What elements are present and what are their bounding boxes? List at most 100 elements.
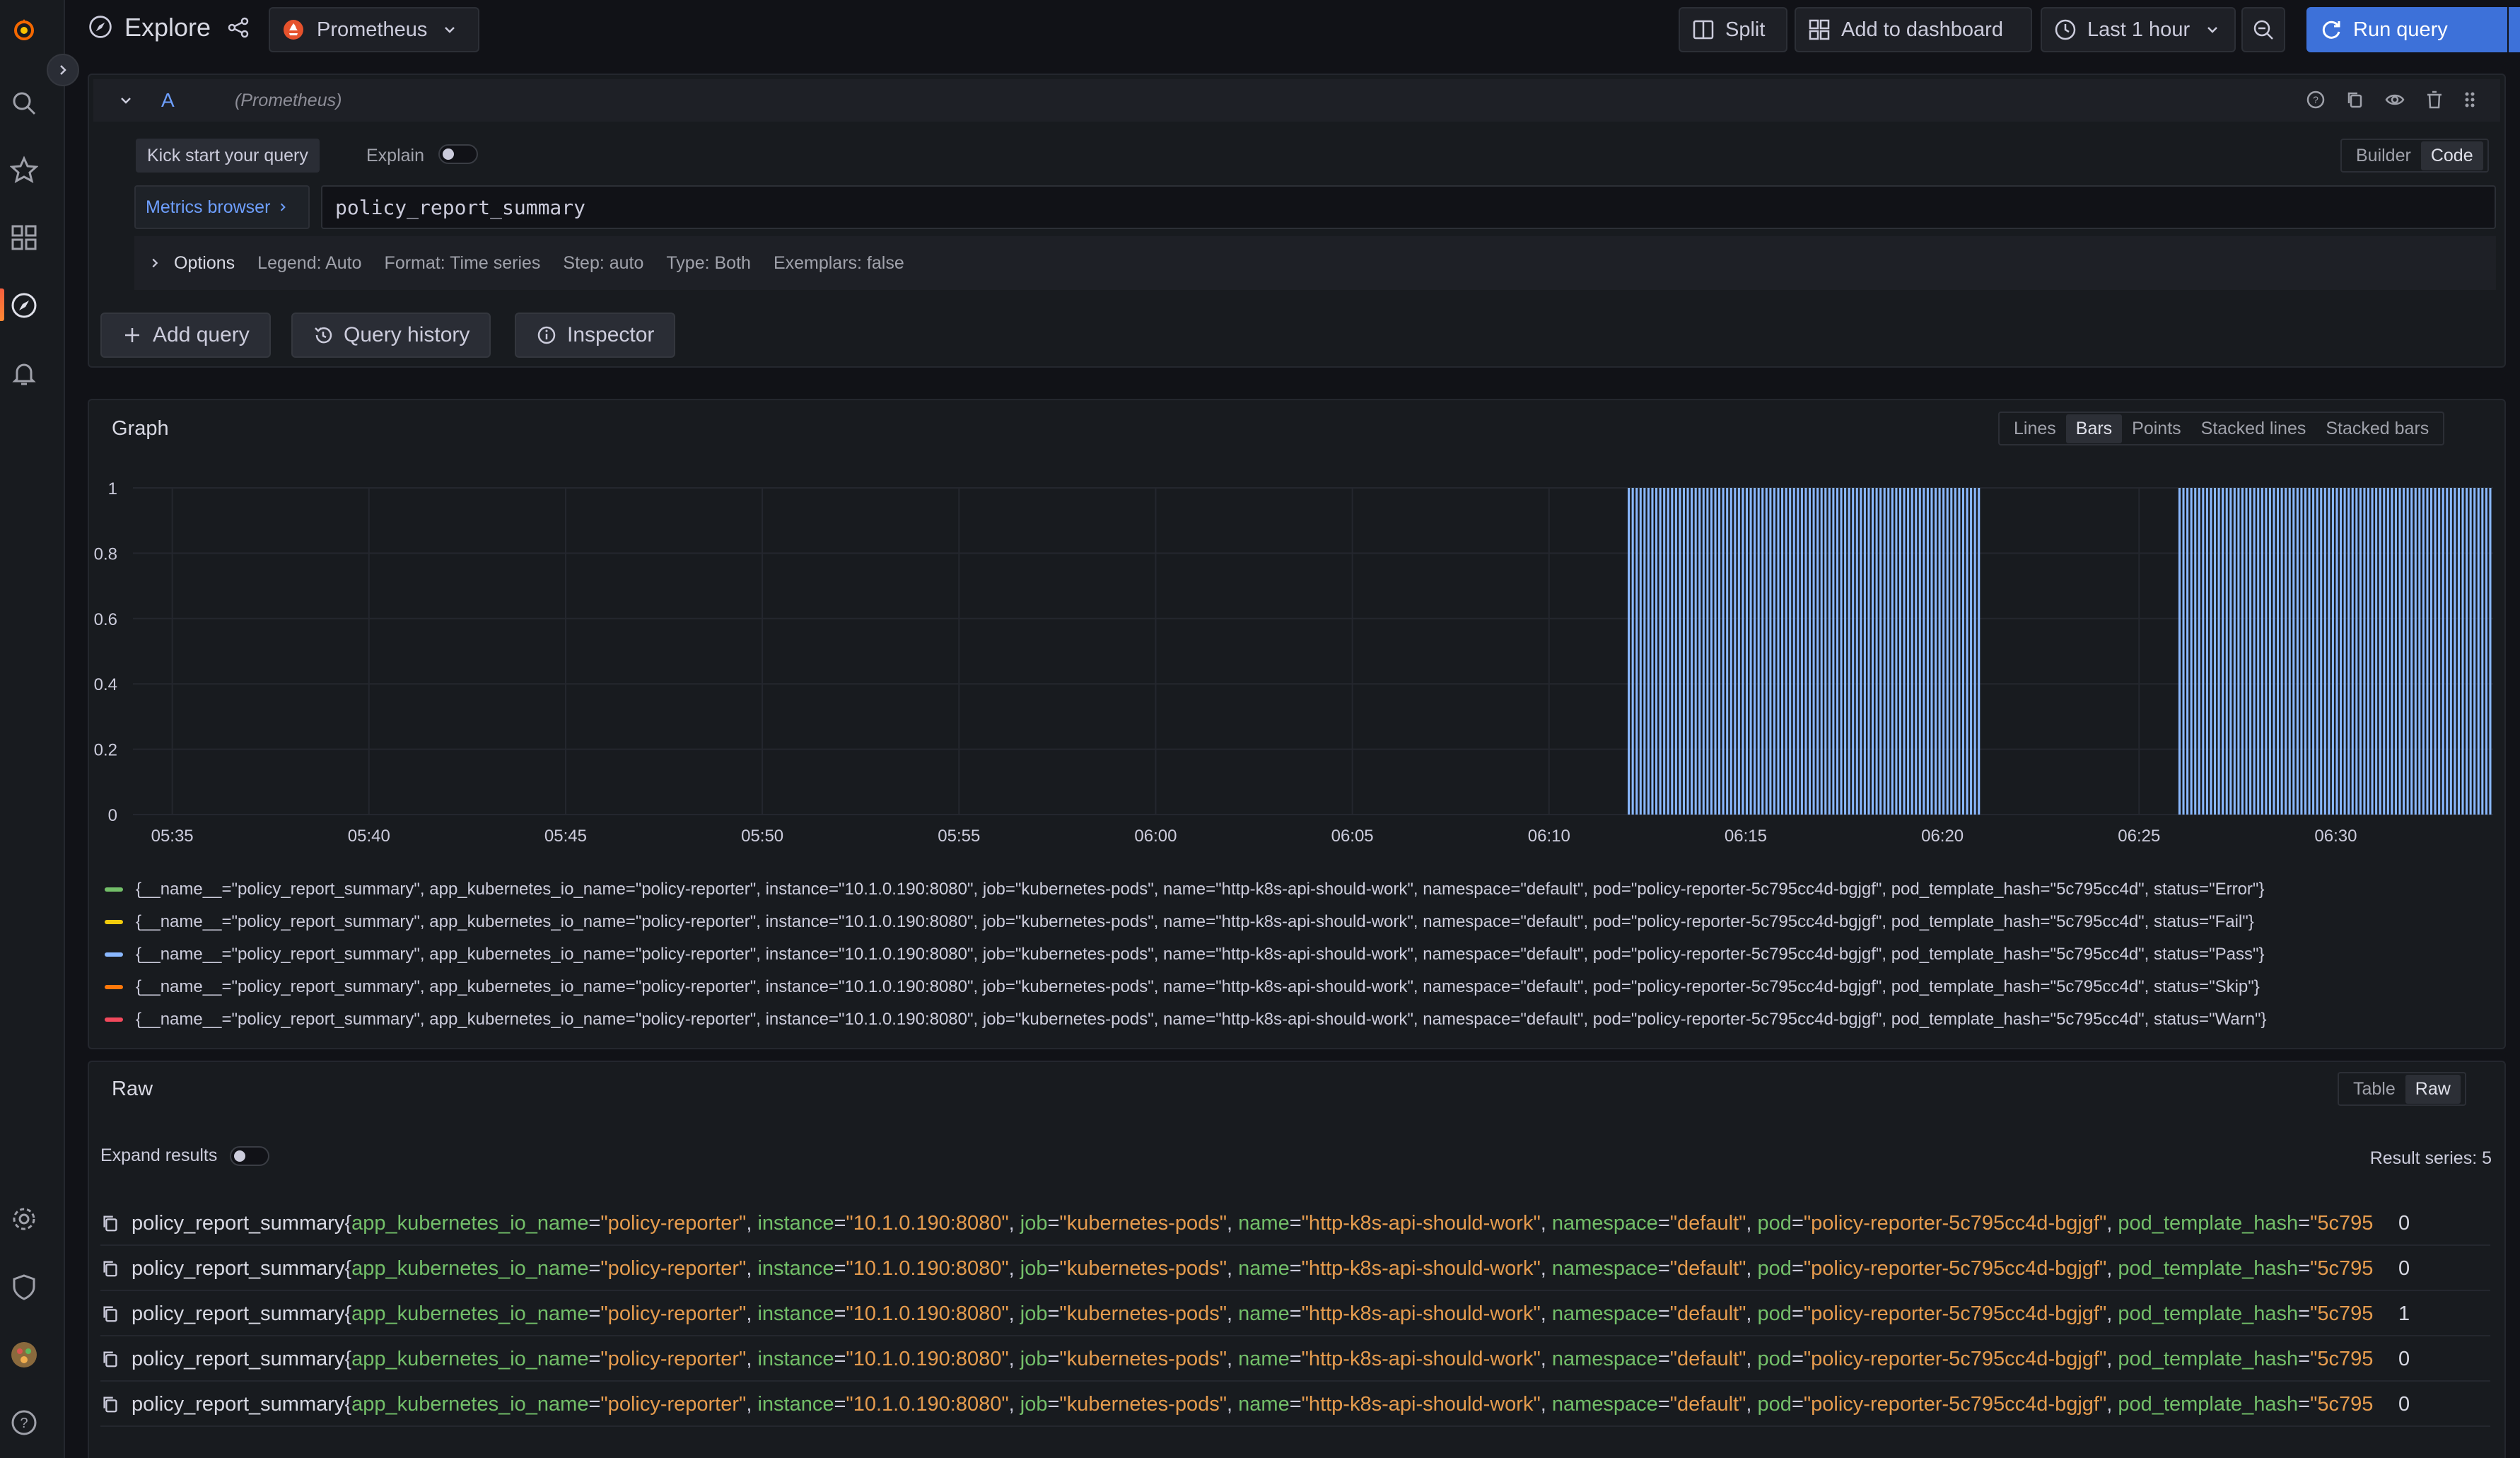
- eye-icon[interactable]: [2384, 89, 2405, 110]
- raw-equals: =: [1791, 1256, 1804, 1280]
- copy-icon[interactable]: [100, 1394, 120, 1414]
- inspector-button[interactable]: Inspector: [515, 313, 676, 358]
- graph-mode-option[interactable]: Lines: [2004, 414, 2066, 443]
- raw-series-text: policy_report_summary{app_kubernetes_io_…: [132, 1257, 2373, 1281]
- alerting-bell-icon[interactable]: [8, 358, 40, 389]
- kick-start-button[interactable]: Kick start your query: [136, 139, 320, 173]
- share-icon[interactable]: [226, 16, 250, 40]
- copy-icon[interactable]: [100, 1349, 120, 1369]
- query-ref-id[interactable]: A: [161, 89, 175, 112]
- bar: [2222, 488, 2224, 815]
- plus-icon: [125, 328, 139, 342]
- raw-mode-raw-option[interactable]: Raw: [2405, 1074, 2461, 1104]
- raw-label-value: "default": [1669, 1256, 1746, 1280]
- metrics-browser-label: Metrics browser: [146, 197, 271, 217]
- shield-icon[interactable]: [8, 1271, 40, 1302]
- copy-icon[interactable]: [100, 1304, 120, 1324]
- query-expression-input[interactable]: policy_report_summary: [321, 185, 2496, 229]
- trash-icon[interactable]: [2424, 89, 2445, 110]
- graph-mode-option[interactable]: Bars: [2065, 414, 2123, 443]
- expand-sidebar-button[interactable]: [47, 54, 79, 86]
- copy-icon[interactable]: [100, 1259, 120, 1278]
- bar: [2485, 488, 2487, 815]
- bar: [2225, 488, 2228, 815]
- legend-item[interactable]: {__name__="policy_report_summary", app_k…: [105, 875, 2264, 904]
- help-icon[interactable]: ?: [8, 1407, 40, 1438]
- graph-mode-option[interactable]: Points: [2122, 414, 2191, 443]
- raw-brace: {: [344, 1211, 352, 1235]
- metrics-browser-button[interactable]: Metrics browser: [134, 185, 310, 229]
- star-icon[interactable]: [8, 154, 40, 185]
- query-history-button[interactable]: Query history: [291, 313, 491, 358]
- raw-equals: =: [2298, 1302, 2311, 1325]
- bar: [2410, 488, 2413, 815]
- bar: [1800, 488, 1803, 815]
- bar: [2323, 488, 2326, 815]
- bar: [1907, 488, 1910, 815]
- raw-metric-name: policy_report_summary: [132, 1256, 345, 1280]
- raw-label-value: "default": [1669, 1392, 1746, 1416]
- bar: [1954, 488, 1956, 815]
- query-options-row[interactable]: Options Legend: Auto Format: Time series…: [134, 236, 2496, 290]
- raw-mode-table-option[interactable]: Table: [2343, 1075, 2405, 1104]
- raw-equals: =: [1047, 1256, 1060, 1280]
- collapse-chevron-icon[interactable]: [119, 93, 133, 107]
- bar: [1832, 488, 1835, 815]
- mode-code-option[interactable]: Code: [2420, 141, 2483, 170]
- run-query-interval-dropdown[interactable]: [2509, 7, 2520, 52]
- bar: [1659, 488, 1662, 815]
- raw-label-value: "http-k8s-api-should-work": [1301, 1211, 1541, 1235]
- bar: [1915, 488, 1918, 815]
- bar: [1777, 488, 1780, 815]
- bar: [1737, 488, 1740, 815]
- mode-builder-option[interactable]: Builder: [2346, 141, 2421, 170]
- time-range-picker[interactable]: Last 1 hour: [2041, 7, 2236, 52]
- raw-equals: =: [1289, 1347, 1302, 1370]
- legend-item[interactable]: {__name__="policy_report_summary", app_k…: [105, 973, 2260, 1001]
- run-query-button[interactable]: Run query: [2306, 7, 2507, 52]
- grafana-logo-icon[interactable]: [8, 14, 40, 45]
- user-avatar[interactable]: [8, 1339, 40, 1370]
- raw-comma: ,: [1540, 1302, 1552, 1325]
- raw-comma: ,: [1227, 1347, 1239, 1370]
- raw-comma: ,: [1540, 1211, 1552, 1235]
- help-circle-icon[interactable]: ?: [2305, 89, 2326, 110]
- run-query-label: Run query: [2353, 18, 2448, 41]
- legend-item[interactable]: {__name__="policy_report_summary", app_k…: [105, 940, 2264, 969]
- search-icon[interactable]: [8, 88, 40, 119]
- bar: [1792, 488, 1795, 815]
- bar: [2312, 488, 2315, 815]
- add-to-dashboard-button[interactable]: Add to dashboard: [1795, 7, 2032, 52]
- drag-handle-icon[interactable]: [2459, 89, 2480, 110]
- expand-results-toggle[interactable]: [230, 1145, 270, 1166]
- dashboards-icon[interactable]: [8, 222, 40, 253]
- split-button[interactable]: Split: [1679, 7, 1787, 52]
- configuration-gear-icon[interactable]: [8, 1203, 40, 1235]
- explore-compass-icon[interactable]: [8, 290, 40, 321]
- bar: [1848, 488, 1850, 815]
- bar: [1710, 488, 1713, 815]
- raw-label-key: name: [1238, 1392, 1290, 1416]
- datasource-picker[interactable]: Prometheus: [269, 7, 479, 52]
- bar: [2394, 488, 2397, 815]
- raw-equals: =: [1289, 1302, 1302, 1325]
- duplicate-icon[interactable]: [2345, 89, 2366, 110]
- bar: [2438, 488, 2441, 815]
- legend-item[interactable]: {__name__="policy_report_summary", app_k…: [105, 908, 2254, 936]
- x-tick-label: 06:00: [1134, 827, 1177, 846]
- raw-label-key: name: [1238, 1347, 1290, 1370]
- bar: [2328, 488, 2331, 815]
- graph-mode-option[interactable]: Stacked lines: [2191, 414, 2316, 443]
- chevron-right-icon: [60, 65, 66, 75]
- legend-item[interactable]: {__name__="policy_report_summary", app_k…: [105, 1005, 2267, 1034]
- query-datasource-hint: (Prometheus): [235, 91, 342, 110]
- copy-icon[interactable]: [100, 1213, 120, 1233]
- raw-comma: ,: [2106, 1256, 2118, 1280]
- zoom-out-button[interactable]: [2241, 7, 2285, 52]
- explain-toggle[interactable]: [438, 144, 478, 164]
- add-query-button[interactable]: Add query: [100, 313, 271, 358]
- graph-mode-option[interactable]: Stacked bars: [2316, 414, 2439, 443]
- bar: [2186, 488, 2189, 815]
- chevron-down-icon: [445, 27, 455, 33]
- bar: [1926, 488, 1929, 815]
